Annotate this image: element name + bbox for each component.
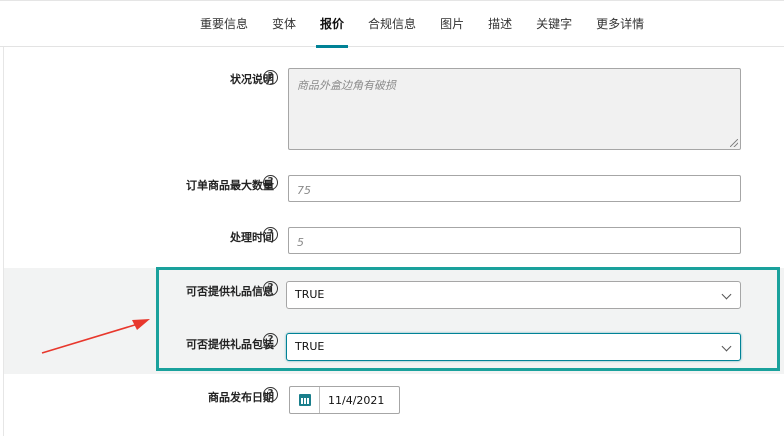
annotation-arrow-icon: [41, 319, 150, 354]
